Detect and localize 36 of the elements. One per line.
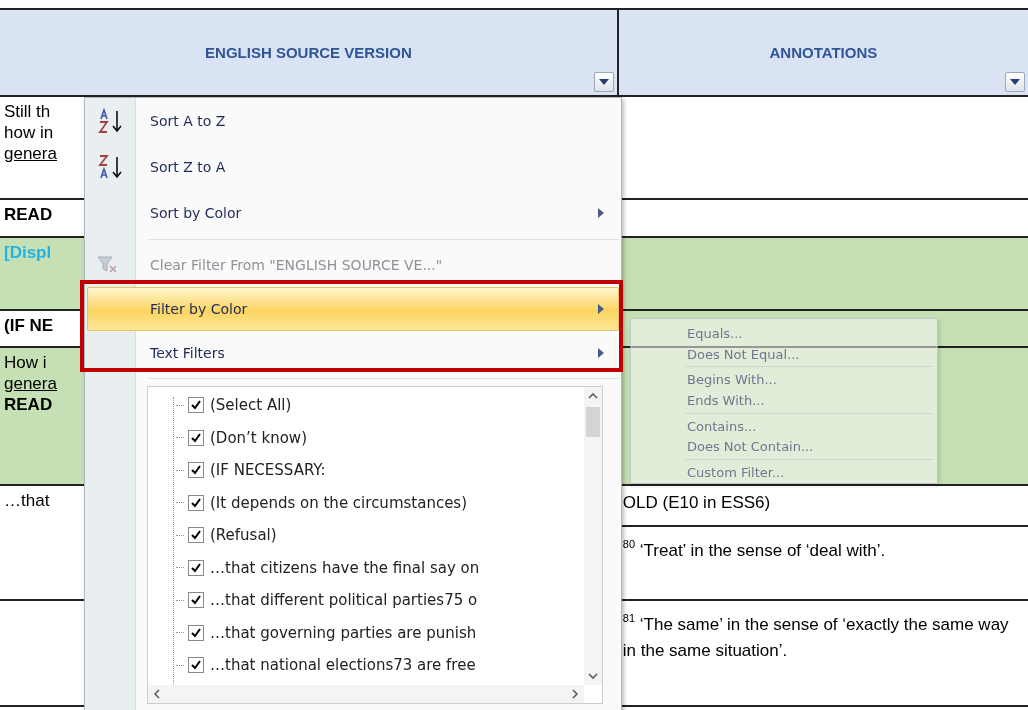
value-label[interactable]: (Select All) (210, 396, 292, 415)
value-label[interactable]: (IF NECESSARY: (210, 461, 326, 480)
menu-item[interactable]: Sort Z to A (87, 144, 619, 190)
cell-text: Still th (4, 101, 51, 122)
cell-text: How i (4, 352, 47, 373)
column-heading: ENGLISH SOURCE VERSION (205, 44, 412, 61)
annotation-text: $^{81}$ ‘The same’ in the sense of ‘exactly the same way in the same situation’. (622, 611, 1010, 662)
menu-item[interactable]: Sort by Color (87, 190, 619, 236)
menu-item[interactable]: Does Not Equal... (687, 343, 800, 365)
cell-text: (IF NE (4, 315, 54, 336)
value-label[interactable]: …that citizens have the final say on (210, 558, 480, 577)
menu-item[interactable]: Equals... (687, 323, 743, 344)
cell-text: genera (4, 373, 57, 394)
value-label[interactable]: (Don’t know) (210, 428, 307, 447)
value-label[interactable]: …that different political parties75 o (210, 591, 478, 610)
menu-item[interactable]: Filter by Color (87, 287, 619, 331)
menu-item[interactable]: Contains... (687, 415, 757, 437)
menu-item[interactable]: Ends With... (687, 390, 765, 411)
value-label[interactable]: …that national elections73 are free (210, 656, 476, 675)
cell-text: [Displ (4, 242, 52, 263)
cell-text: …that (4, 490, 50, 511)
cell-text: READ (4, 394, 53, 415)
value-label[interactable]: …that governing parties are punish (210, 623, 477, 642)
menu-item[interactable]: Custom Filter... (687, 462, 785, 484)
column-heading: ANNOTATIONS (769, 44, 878, 61)
menu-item[interactable]: Does Not Contain... (687, 436, 814, 458)
menu-item[interactable]: Begins With... (687, 369, 777, 391)
cell-text: genera (4, 143, 57, 164)
menu-item[interactable]: Sort A to Z (87, 98, 619, 144)
value-label[interactable]: (It depends on the circumstances) (210, 493, 468, 512)
cell-text: READ (4, 204, 53, 225)
cell-text: how in (4, 122, 54, 143)
annotation-text: $^{80}$ ‘Treat’ in the sense of ‘deal with’. (622, 537, 886, 562)
menu-item[interactable]: Text Filters (87, 331, 619, 375)
annotation-text: OLD (E10 in ESS6) (622, 492, 771, 514)
value-label[interactable]: (Refusal) (210, 526, 277, 545)
